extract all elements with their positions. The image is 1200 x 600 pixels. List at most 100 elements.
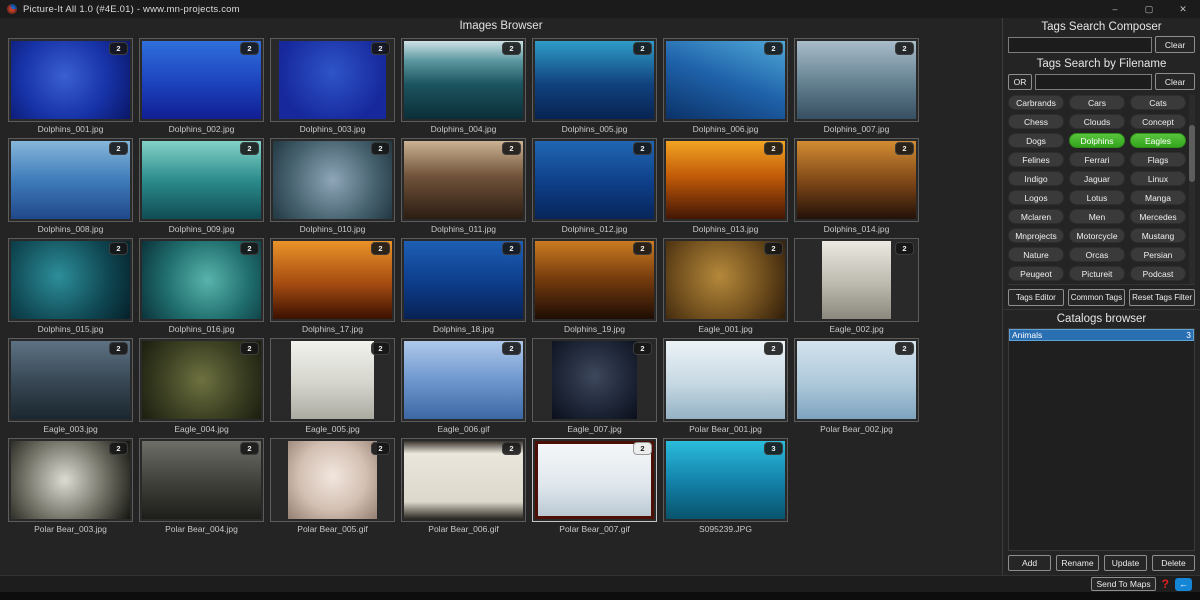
tag-pill[interactable]: Ferrari xyxy=(1069,152,1125,167)
image-tile[interactable]: 2 Dolphins_012.jpg xyxy=(532,138,657,234)
tags-search-filename-title: Tags Search by Filename xyxy=(1036,58,1167,70)
send-to-maps-button[interactable]: Send To Maps xyxy=(1091,577,1156,591)
image-tile[interactable]: 2 Dolphins_006.jpg xyxy=(663,38,788,134)
tag-pill[interactable]: Nature xyxy=(1008,247,1064,262)
tag-pill[interactable]: Lotus xyxy=(1069,190,1125,205)
image-tile[interactable]: 2 Dolphins_003.jpg xyxy=(270,38,395,134)
minimize-button[interactable]: – xyxy=(1098,0,1132,18)
tag-pill[interactable]: Persian xyxy=(1130,247,1186,262)
tag-pill[interactable]: Indigo xyxy=(1008,171,1064,186)
image-tile[interactable]: 2 Eagle_005.jpg xyxy=(270,338,395,434)
close-button[interactable]: ✕ xyxy=(1166,0,1200,18)
image-tile[interactable]: 2 Dolphins_016.jpg xyxy=(139,238,264,334)
tag-pill[interactable]: Logos xyxy=(1008,190,1064,205)
reset-tags-filter-button[interactable]: Reset Tags Filter xyxy=(1129,289,1195,306)
image-tile[interactable]: 2 Dolphins_011.jpg xyxy=(401,138,526,234)
tag-pill[interactable]: Felines xyxy=(1008,152,1064,167)
image-tile[interactable]: 2 Polar Bear_005.gif xyxy=(270,438,395,534)
image-tile[interactable]: 2 Dolphins_008.jpg xyxy=(8,138,133,234)
image-tile[interactable]: 3 S095239.JPG xyxy=(663,438,788,534)
tags-editor-button[interactable]: Tags Editor xyxy=(1008,289,1064,306)
count-badge: 2 xyxy=(109,442,128,455)
delete-catalog-button[interactable]: Delete xyxy=(1152,555,1195,571)
image-tile[interactable]: 2 Dolphins_004.jpg xyxy=(401,38,526,134)
tag-pill[interactable]: Clouds xyxy=(1069,114,1125,129)
tag-pill[interactable]: Peugeot xyxy=(1008,266,1064,281)
tag-pill[interactable]: Mnprojects xyxy=(1008,228,1064,243)
tag-pill[interactable]: Flags xyxy=(1130,152,1186,167)
status-bar: Send To Maps ? ← xyxy=(0,575,1200,592)
tag-pill[interactable]: Cars xyxy=(1069,95,1125,110)
filename-clear-button[interactable]: Clear xyxy=(1155,73,1195,90)
count-badge: 2 xyxy=(895,42,914,55)
image-tile[interactable]: 2 Eagle_002.jpg xyxy=(794,238,919,334)
tag-pill[interactable]: Linux xyxy=(1130,171,1186,186)
image-tile[interactable]: 2 Dolphins_001.jpg xyxy=(8,38,133,134)
tags-scrollbar[interactable] xyxy=(1189,95,1195,284)
help-icon[interactable]: ? xyxy=(1162,578,1169,590)
tags-scrollbar-thumb[interactable] xyxy=(1189,125,1195,182)
tags-search-composer-input[interactable] xyxy=(1008,36,1152,53)
tag-pill[interactable]: Manga xyxy=(1130,190,1186,205)
tag-pill[interactable]: Eagles xyxy=(1130,133,1186,148)
image-filename: Dolphins_009.jpg xyxy=(168,224,235,234)
image-tile[interactable]: 2 Dolphins_002.jpg xyxy=(139,38,264,134)
images-browser-panel: Images Browser 2 Dolphins_001.jpg 2 Dolphin… xyxy=(0,18,1002,575)
title-bar: Picture-It All 1.0 (#4E.01) - www.mn-pro… xyxy=(0,0,1200,18)
image-tile[interactable]: 2 Eagle_007.jpg xyxy=(532,338,657,434)
thumbnail-frame: 2 xyxy=(532,138,657,222)
catalog-item[interactable]: Animals 3 xyxy=(1009,329,1194,341)
image-tile[interactable]: 2 Polar Bear_004.jpg xyxy=(139,438,264,534)
thumbnail-frame: 2 xyxy=(532,438,657,522)
update-catalog-button[interactable]: Update xyxy=(1104,555,1147,571)
composer-clear-button[interactable]: Clear xyxy=(1155,36,1195,53)
tag-pill[interactable]: Cats xyxy=(1130,95,1186,110)
tag-pill[interactable]: Orcas xyxy=(1069,247,1125,262)
image-tile[interactable]: 2 Dolphins_013.jpg xyxy=(663,138,788,234)
tag-pill[interactable]: Pictureit xyxy=(1069,266,1125,281)
tag-pill[interactable]: Chess xyxy=(1008,114,1064,129)
image-tile[interactable]: 2 Dolphins_005.jpg xyxy=(532,38,657,134)
tag-pill[interactable]: Mclaren xyxy=(1008,209,1064,224)
image-filename: Dolphins_016.jpg xyxy=(168,324,235,334)
add-catalog-button[interactable]: Add xyxy=(1008,555,1051,571)
image-tile[interactable]: 2 Dolphins_010.jpg xyxy=(270,138,395,234)
tag-pill[interactable]: Men xyxy=(1069,209,1125,224)
back-arrow-icon[interactable]: ← xyxy=(1175,577,1192,591)
image-tile[interactable]: 2 Polar Bear_003.jpg xyxy=(8,438,133,534)
image-tile[interactable]: 2 Dolphins_18.jpg xyxy=(401,238,526,334)
image-grid: 2 Dolphins_001.jpg 2 Dolphins_002.jpg 2 Dolph… xyxy=(0,35,1002,534)
image-tile[interactable]: 2 Dolphins_014.jpg xyxy=(794,138,919,234)
filename-search-input[interactable] xyxy=(1035,73,1152,90)
common-tags-button[interactable]: Common Tags xyxy=(1067,289,1126,306)
tag-pill[interactable]: Mercedes xyxy=(1130,209,1186,224)
image-tile[interactable]: 2 Dolphins_007.jpg xyxy=(794,38,919,134)
image-tile[interactable]: 2 Eagle_004.jpg xyxy=(139,338,264,434)
image-tile[interactable]: 2 Polar Bear_001.jpg xyxy=(663,338,788,434)
image-tile[interactable]: 2 Dolphins_19.jpg xyxy=(532,238,657,334)
count-badge: 2 xyxy=(502,42,521,55)
image-tile[interactable]: 2 Polar Bear_007.gif xyxy=(532,438,657,534)
tag-pill[interactable]: Jaguar xyxy=(1069,171,1125,186)
tag-pill[interactable]: Podcast xyxy=(1130,266,1186,281)
maximize-button[interactable]: ▢ xyxy=(1132,0,1166,18)
tag-pill[interactable]: Carbrands xyxy=(1008,95,1064,110)
image-tile[interactable]: 2 Polar Bear_006.gif xyxy=(401,438,526,534)
tag-pill[interactable]: Dolphins xyxy=(1069,133,1125,148)
image-tile[interactable]: 2 Eagle_003.jpg xyxy=(8,338,133,434)
image-tile[interactable]: 2 Eagle_006.gif xyxy=(401,338,526,434)
count-badge: 2 xyxy=(502,242,521,255)
image-tile[interactable]: 2 Dolphins_17.jpg xyxy=(270,238,395,334)
tag-pill[interactable]: Concept xyxy=(1130,114,1186,129)
image-tile[interactable]: 2 Polar Bear_002.jpg xyxy=(794,338,919,434)
tag-pill[interactable]: Dogs xyxy=(1008,133,1064,148)
tag-pill[interactable]: Mustang xyxy=(1130,228,1186,243)
image-tile[interactable]: 2 Dolphins_015.jpg xyxy=(8,238,133,334)
image-tile[interactable]: 2 Dolphins_009.jpg xyxy=(139,138,264,234)
window-controls: – ▢ ✕ xyxy=(1098,0,1200,18)
image-tile[interactable]: 2 Eagle_001.jpg xyxy=(663,238,788,334)
or-toggle-button[interactable]: OR xyxy=(1008,73,1032,90)
rename-catalog-button[interactable]: Rename xyxy=(1056,555,1099,571)
count-badge: 2 xyxy=(633,42,652,55)
tag-pill[interactable]: Motorcycle xyxy=(1069,228,1125,243)
